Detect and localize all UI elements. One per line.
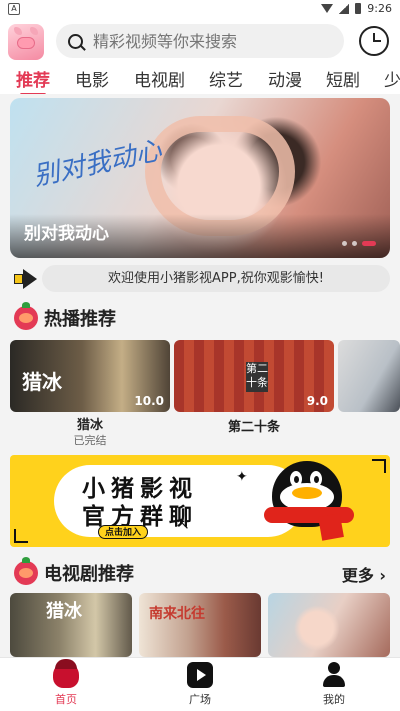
megaphone-icon — [14, 269, 38, 289]
poster-art-title: 猎冰 — [22, 370, 62, 394]
tab-anime[interactable]: 动漫 — [268, 66, 302, 91]
bottom-navigation: 首页 广场 我的 — [0, 657, 400, 711]
history-clock-icon[interactable] — [359, 26, 389, 56]
pagination-dot-active — [362, 241, 376, 246]
nav-home-label: 首页 — [55, 693, 77, 706]
tab-tv-series[interactable]: 电视剧 — [134, 66, 185, 91]
poster-art-title: 猎冰 — [46, 601, 82, 622]
poster-art-title: 南来北往 — [149, 606, 205, 622]
hot-item-1-title[interactable]: 猎冰 — [10, 414, 170, 433]
tab-variety[interactable]: 综艺 — [209, 66, 243, 91]
header — [0, 18, 400, 64]
penguin-mascot-icon — [254, 461, 364, 547]
nav-home[interactable]: 首页 — [26, 659, 106, 707]
poster-score: 10.0 — [134, 394, 164, 408]
hot-section-title: 热播推荐 — [44, 309, 116, 330]
hot-poster-3[interactable] — [338, 340, 400, 412]
strawberry-icon — [14, 557, 38, 585]
nav-me[interactable]: 我的 — [294, 662, 374, 707]
tab-short-drama[interactable]: 短剧 — [326, 66, 360, 91]
tv-poster-1[interactable]: 猎冰 — [10, 593, 132, 657]
person-icon — [321, 662, 347, 688]
nav-me-label: 我的 — [323, 693, 345, 706]
tab-more-cut[interactable]: 少 — [384, 66, 400, 91]
wifi-icon — [321, 4, 334, 13]
status-time: 9:26 — [367, 2, 392, 15]
notification-icon: A — [8, 3, 20, 15]
search-input[interactable] — [93, 31, 323, 51]
tv-section-title: 电视剧推荐 — [44, 564, 134, 585]
acorn-home-icon — [53, 659, 79, 688]
status-bar: A 9:26 — [0, 0, 400, 18]
banner-caption: 别对我动心 — [24, 224, 109, 244]
hot-item-2-title[interactable]: 第二十条 — [174, 416, 334, 435]
search-bar[interactable] — [56, 24, 344, 58]
search-icon — [68, 33, 83, 49]
signal-icon — [339, 3, 350, 14]
hot-poster-1[interactable]: 猎冰 10.0 — [10, 340, 170, 412]
hot-item-1-status: 已完结 — [73, 434, 107, 447]
hot-section-header: 热播推荐 — [14, 302, 116, 331]
group-chat-ad-banner[interactable]: 小猪影视 官方群聊 点击加入 ↖ ✦ — [10, 455, 390, 547]
notice-text: 欢迎使用小猪影视APP,祝你观影愉快! — [42, 265, 390, 292]
tab-recommend[interactable]: 推荐 — [16, 66, 50, 94]
tv-poster-2[interactable]: 南来北往 — [139, 593, 261, 657]
strawberry-icon — [14, 302, 38, 330]
category-tabs: 推荐 电影 电视剧 综艺 动漫 短剧 少 — [0, 64, 400, 94]
nav-square-label: 广场 — [189, 693, 211, 706]
sparkle-icon: ✦ — [236, 469, 248, 485]
battery-icon — [355, 3, 362, 14]
pagination-dot — [342, 241, 347, 246]
play-tv-icon — [187, 662, 213, 688]
nav-square[interactable]: 广场 — [160, 662, 240, 707]
notice-bar: 欢迎使用小猪影视APP,祝你观影愉快! — [10, 265, 390, 292]
pig-logo-icon — [8, 24, 44, 60]
hero-banner[interactable]: 别对我动心 别对我动心 — [10, 98, 390, 258]
tv-more-link[interactable]: 更多 › — [342, 562, 386, 586]
hot-poster-2[interactable]: 第二十条 9.0 — [174, 340, 334, 412]
banner-title-art: 别对我动心 — [30, 135, 165, 193]
pagination-dot — [352, 241, 357, 246]
ad-join-button[interactable]: 点击加入 — [98, 525, 149, 539]
poster-score: 9.0 — [306, 394, 328, 408]
tv-poster-3[interactable] — [268, 593, 390, 657]
tv-section-header: 电视剧推荐 — [14, 557, 134, 586]
cursor-icon: ↖ — [178, 517, 190, 533]
tab-movies[interactable]: 电影 — [75, 66, 109, 91]
banner-pagination — [342, 241, 376, 246]
poster-art-title: 第二十条 — [246, 362, 268, 392]
